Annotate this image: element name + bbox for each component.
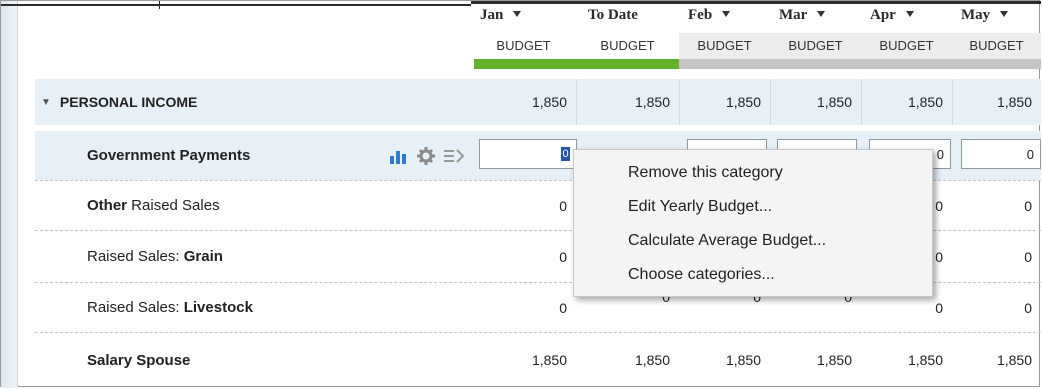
collapse-triangle-icon[interactable]: ▼ [41,97,51,108]
chevron-down-icon[interactable] [905,11,914,17]
cell-jan[interactable]: 0 [471,231,576,282]
cell-feb[interactable]: 1,850 [679,335,770,385]
cell-jan: 1,850 [531,94,567,110]
cell-feb: 1,850 [725,94,761,110]
section-header[interactable]: ▼ PERSONAL INCOME [41,79,197,125]
cell-may[interactable]: 0 [952,181,1041,230]
menu-item-remove-category[interactable]: Remove this category [574,156,932,190]
cell-mar: 1,850 [816,94,852,110]
month-dropdown-jan[interactable]: Jan [480,7,522,24]
budget-input-jan[interactable]: 0 [479,139,577,169]
period-indicator [679,59,1041,69]
column-header-may[interactable]: May BUDGET [952,1,1041,59]
move-icon[interactable] [443,131,465,180]
column-header-feb[interactable]: Feb BUDGET [679,1,770,59]
column-header-mar[interactable]: Mar BUDGET [770,1,861,59]
month-label-to-date: To Date [588,7,638,23]
column-subheader: BUDGET [969,38,1024,53]
month-dropdown-mar[interactable]: Mar [779,7,826,24]
row-label: Raised Sales: Livestock [87,299,253,316]
month-dropdown-may[interactable]: May [961,7,1009,24]
budget-grid-panel: Jan BUDGET To Date BUDGET Feb BUDGET Mar… [0,0,1041,388]
top-divider [159,1,160,9]
cell-apr[interactable]: 1,850 [861,335,952,385]
bar-chart-icon[interactable] [389,131,409,180]
cell-to-date: 1,850 [634,94,670,110]
column-header-apr[interactable]: Apr BUDGET [861,1,952,59]
month-dropdown-feb[interactable]: Feb [688,7,731,24]
section-row-personal-income: ▼ PERSONAL INCOME 1,850 1,850 1,850 1,85… [35,79,1041,125]
column-subheader: BUDGET [697,38,752,53]
row-label: Raised Sales: Grain [87,248,223,265]
column-subheader: BUDGET [600,38,655,53]
cell-jan[interactable]: 0 [471,283,576,332]
row-label: Salary Spouse [87,351,191,369]
column-subheader: BUDGET [788,38,843,53]
menu-item-choose-categories[interactable]: Choose categories... [574,258,932,292]
month-dropdown-apr[interactable]: Apr [870,7,914,24]
column-header-to-date: To Date BUDGET [576,1,679,59]
column-subheader: BUDGET [879,38,934,53]
column-header-jan[interactable]: Jan BUDGET [471,1,576,59]
menu-item-edit-yearly-budget[interactable]: Edit Yearly Budget... [574,190,932,224]
cell-apr: 1,850 [907,94,943,110]
cell-may[interactable]: 1,850 [952,335,1041,385]
menu-item-calculate-average-budget[interactable]: Calculate Average Budget... [574,224,932,258]
category-row-salary-spouse[interactable]: Salary Spouse 1,850 1,850 1,850 1,850 1,… [35,335,1041,385]
left-scroll-gutter [1,1,18,388]
row-label: Government Payments [87,147,251,164]
cell-may[interactable]: 0 [952,231,1041,282]
cell-mar[interactable]: 1,850 [770,335,861,385]
cell-to-date: 1,850 [634,352,670,368]
budget-input-may[interactable]: 0 [961,139,1041,169]
top-border [1,4,471,6]
column-subheader: BUDGET [496,38,551,53]
selected-period-indicator [474,59,679,69]
context-menu: Remove this category Edit Yearly Budget.… [573,149,933,297]
cell-may: 1,850 [996,94,1032,110]
chevron-down-icon[interactable] [1000,11,1009,17]
chevron-down-icon[interactable] [722,11,731,17]
text-cursor: 0 [561,147,570,161]
section-title: PERSONAL INCOME [59,94,198,110]
chevron-down-icon[interactable] [513,11,522,17]
row-label: Other Raised Sales [87,197,220,214]
chevron-down-icon[interactable] [817,11,826,17]
gear-icon[interactable] [417,131,435,180]
cell-jan[interactable]: 0 [471,181,576,230]
cell-jan[interactable]: 1,850 [471,335,576,385]
cell-may[interactable]: 0 [952,283,1041,332]
